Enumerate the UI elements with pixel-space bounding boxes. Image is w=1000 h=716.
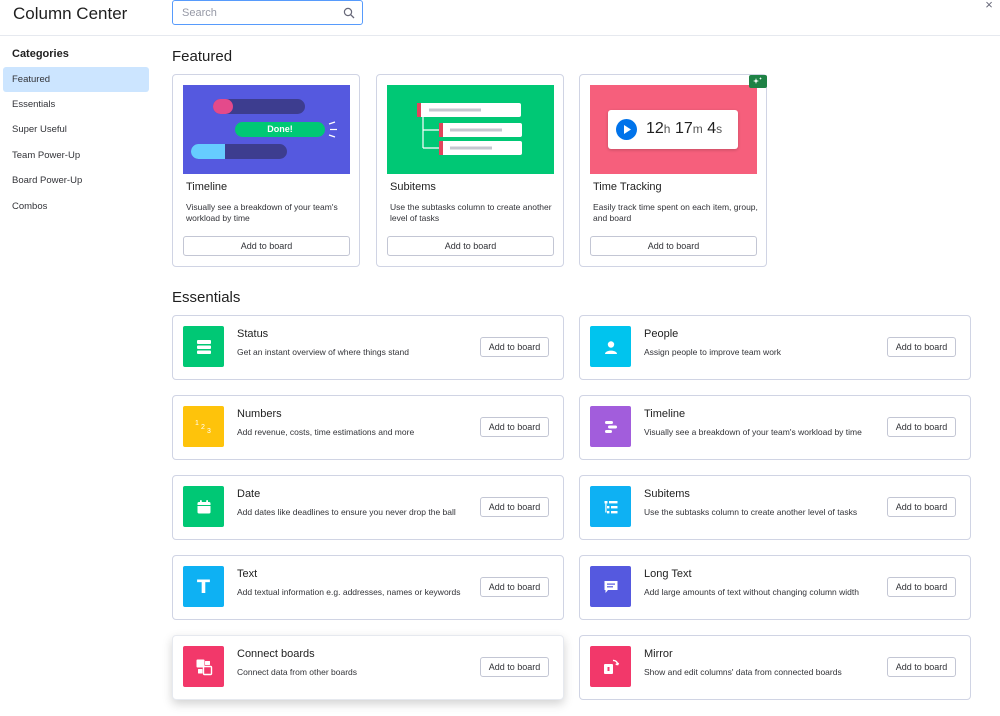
add-to-board-button[interactable]: Add to board <box>183 236 350 256</box>
column-card-subitems[interactable]: Subitems Use the subtasks column to crea… <box>579 475 971 540</box>
column-card-timeline[interactable]: Timeline Visually see a breakdown of you… <box>579 395 971 460</box>
column-card-mirror[interactable]: Mirror Show and edit columns' data from … <box>579 635 971 700</box>
column-card-date[interactable]: Date Add dates like deadlines to ensure … <box>172 475 564 540</box>
add-to-board-button[interactable]: Add to board <box>480 417 549 437</box>
card-title: Timeline <box>186 181 228 193</box>
add-to-board-button[interactable]: Add to board <box>480 497 549 517</box>
column-description: Visually see a breakdown of your team's … <box>644 427 862 437</box>
page-title: Column Center <box>13 4 128 23</box>
categories-heading: Categories <box>12 48 69 60</box>
column-name: Timeline <box>644 408 686 420</box>
column-description: Connect data from other boards <box>237 667 358 677</box>
card-description: Visually see a breakdown of your team's … <box>186 202 338 223</box>
numbers-icon: 1 2 3 <box>183 406 224 447</box>
add-to-board-button[interactable]: Add to board <box>387 236 554 256</box>
column-card-text[interactable]: T Text Add textual information e.g. addr… <box>172 555 564 620</box>
add-to-board-button[interactable]: Add to board <box>887 417 956 437</box>
column-description: Get an instant overview of where things … <box>237 347 409 357</box>
add-to-board-button[interactable]: Add to board <box>887 657 956 677</box>
column-description: Add revenue, costs, time estimations and… <box>237 427 415 437</box>
connect-boards-icon <box>183 646 224 687</box>
subitems-icon <box>590 486 631 527</box>
done-label: Done! <box>267 124 293 134</box>
sidebar-item-combos[interactable]: Combos <box>3 194 149 219</box>
column-description: Assign people to improve team work <box>644 347 782 357</box>
sidebar: Categories Featured Essentials Super Use… <box>0 37 155 716</box>
timeline-illustration: Done! <box>183 85 350 174</box>
add-to-board-button[interactable]: Add to board <box>887 497 956 517</box>
header: Column Center × <box>0 0 1000 36</box>
essentials-section-title: Essentials <box>172 289 241 306</box>
column-name: Subitems <box>644 488 690 500</box>
add-to-board-button[interactable]: Add to board <box>590 236 757 256</box>
featured-card-subitems[interactable]: Subitems Use the subtasks column to crea… <box>376 74 564 267</box>
column-name: Numbers <box>237 408 282 420</box>
play-icon <box>616 119 637 140</box>
add-to-board-button[interactable]: Add to board <box>480 337 549 357</box>
column-card-connect-boards[interactable]: Connect boards Connect data from other b… <box>172 635 564 700</box>
timer-widget: 12h 17m 4s <box>608 110 738 149</box>
search-box[interactable] <box>172 0 363 25</box>
text-icon: T <box>183 566 224 607</box>
column-name: People <box>644 328 679 340</box>
column-card-long-text[interactable]: Long Text Add large amounts of text with… <box>579 555 971 620</box>
sidebar-item-board-power-up[interactable]: Board Power-Up <box>3 168 149 193</box>
svg-text:1: 1 <box>195 420 199 427</box>
add-to-board-button[interactable]: Add to board <box>480 577 549 597</box>
status-icon <box>183 326 224 367</box>
column-card-people[interactable]: People Assign people to improve team wor… <box>579 315 971 380</box>
card-description: Use the subtasks column to create anothe… <box>390 202 552 223</box>
column-name: Long Text <box>644 568 692 580</box>
time-tracking-illustration: 12h 17m 4s <box>590 85 757 174</box>
featured-section-title: Featured <box>172 48 233 65</box>
column-name: Date <box>237 488 261 500</box>
timeline-icon <box>590 406 631 447</box>
featured-card-timeline[interactable]: Done! Timeline Visually see a breakdown … <box>172 74 360 267</box>
timer-readout: 12h 17m 4s <box>646 120 723 137</box>
card-title: Time Tracking <box>593 181 662 193</box>
column-name: Mirror <box>644 648 673 660</box>
sidebar-item-team-power-up[interactable]: Team Power-Up <box>3 143 149 168</box>
svg-text:3: 3 <box>207 428 211 435</box>
search-input[interactable] <box>173 1 333 24</box>
column-name: Status <box>237 328 269 340</box>
column-description: Add textual information e.g. addresses, … <box>237 587 461 597</box>
column-description: Show and edit columns' data from connect… <box>644 667 842 677</box>
column-description: Add large amounts of text without changi… <box>644 587 859 597</box>
long-text-icon <box>590 566 631 607</box>
search-icon <box>343 7 355 19</box>
column-description: Add dates like deadlines to ensure you n… <box>237 507 456 517</box>
sparkle-icon <box>749 75 767 88</box>
add-to-board-button[interactable]: Add to board <box>480 657 549 677</box>
close-icon[interactable]: × <box>982 0 996 12</box>
column-card-numbers[interactable]: 1 2 3 Numbers Add revenue, costs, time e… <box>172 395 564 460</box>
column-description: Use the subtasks column to create anothe… <box>644 507 858 517</box>
sidebar-item-essentials[interactable]: Essentials <box>3 92 149 117</box>
column-name: Text <box>237 568 258 580</box>
sidebar-item-super-useful[interactable]: Super Useful <box>3 117 149 142</box>
people-icon <box>590 326 631 367</box>
column-card-status[interactable]: Status Get an instant overview of where … <box>172 315 564 380</box>
card-title: Subitems <box>390 181 436 193</box>
svg-text:2: 2 <box>201 424 205 431</box>
add-to-board-button[interactable]: Add to board <box>887 337 956 357</box>
mirror-icon <box>590 646 631 687</box>
sidebar-item-featured[interactable]: Featured <box>3 67 149 92</box>
column-name: Connect boards <box>237 648 315 660</box>
add-to-board-button[interactable]: Add to board <box>887 577 956 597</box>
calendar-icon <box>183 486 224 527</box>
subitems-illustration <box>387 85 554 174</box>
text-icon-glyph: T <box>197 575 210 598</box>
card-description: Easily track time spent on each item, gr… <box>593 202 758 223</box>
featured-card-time-tracking[interactable]: 12h 17m 4s Time Tracking Easily track ti… <box>579 74 767 267</box>
